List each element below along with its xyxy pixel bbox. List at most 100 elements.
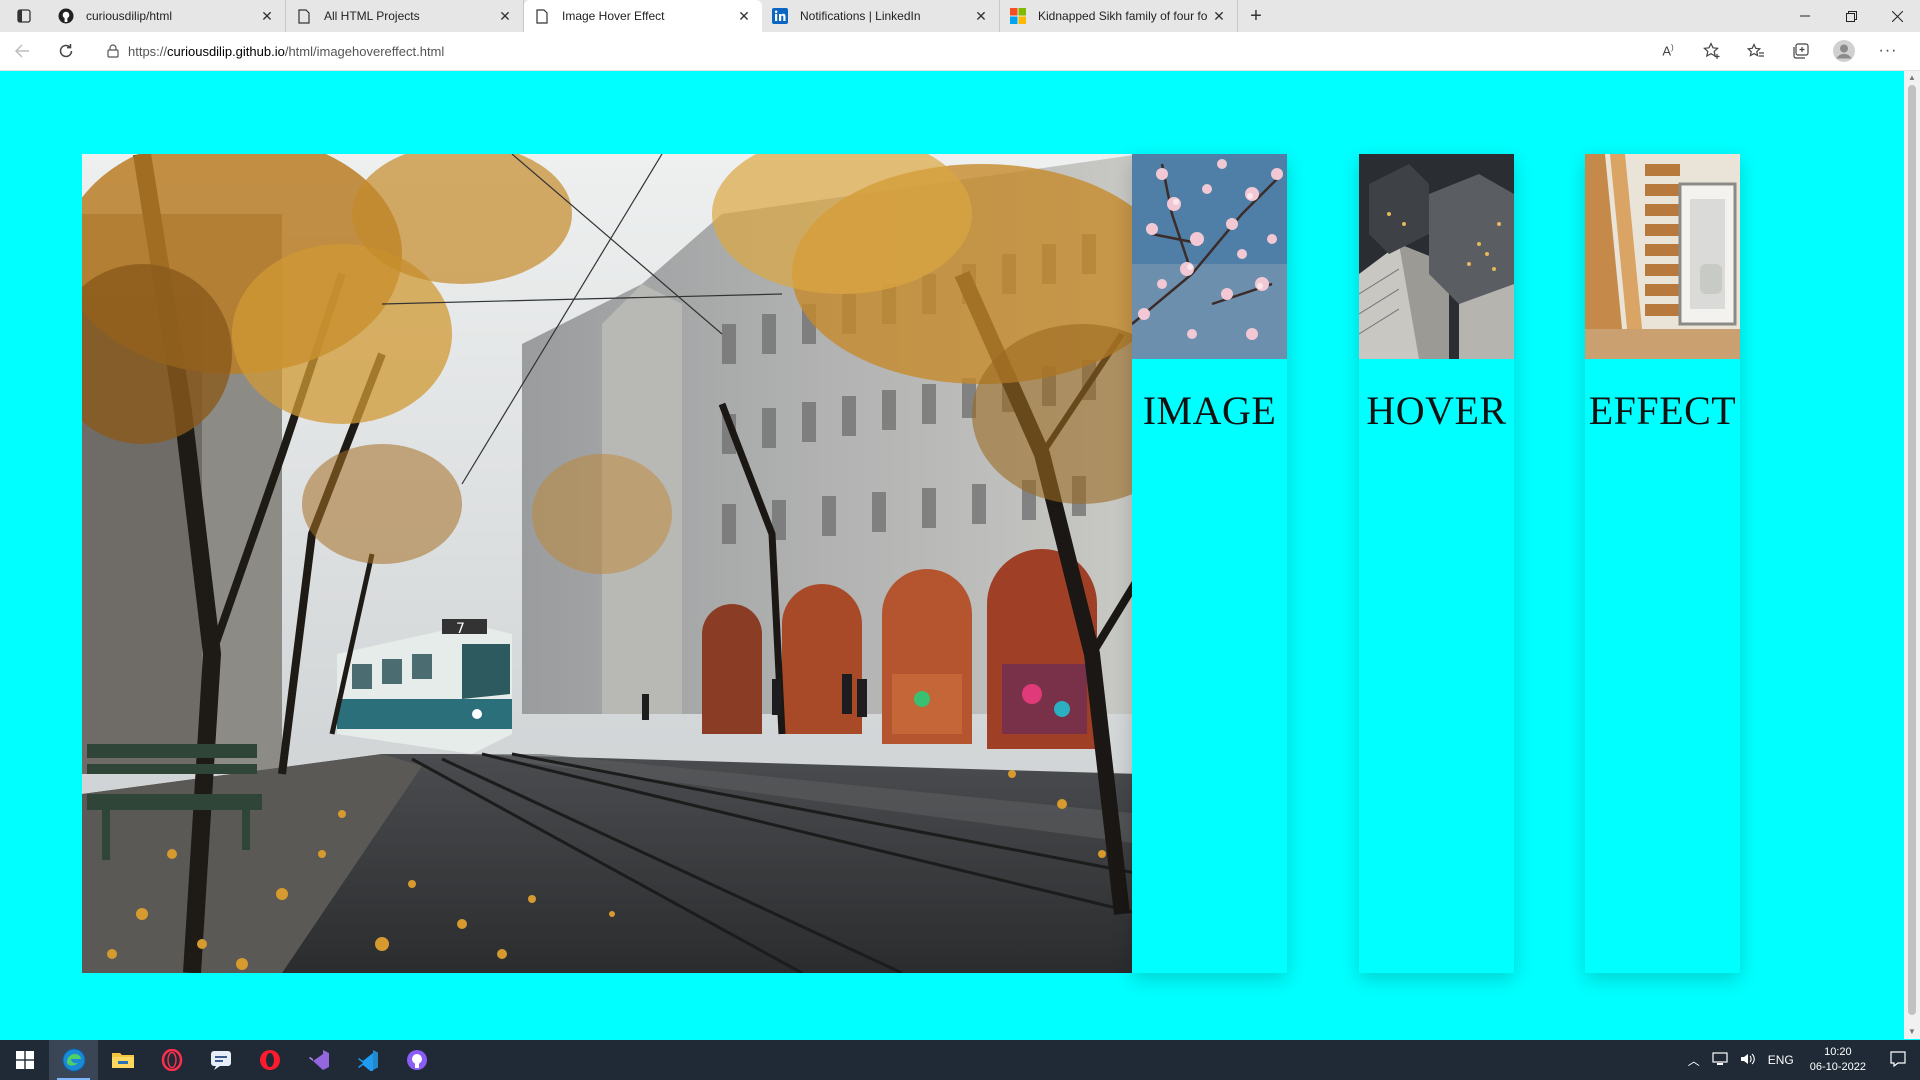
city-aerial-image — [1359, 154, 1514, 359]
collections-icon — [1792, 43, 1809, 59]
close-icon[interactable]: ✕ — [1211, 8, 1227, 25]
url-domain: curiousdilip.github.io — [167, 43, 285, 59]
card-label: HOVER — [1366, 388, 1507, 433]
opera-icon — [259, 1050, 280, 1070]
more-menu-button[interactable]: ··· — [1866, 32, 1910, 70]
hero-image-street-tram[interactable]: 7 — [82, 154, 1141, 973]
github-icon — [58, 8, 74, 24]
arrow-left-icon — [14, 44, 29, 58]
minimize-button[interactable] — [1782, 0, 1828, 32]
close-icon[interactable]: ✕ — [259, 8, 275, 25]
street-tram-image: 7 — [82, 154, 1141, 973]
star-plus-icon — [1703, 42, 1720, 59]
system-tray: ︿ ENG 10:20 06-10-2022 — [1682, 1040, 1920, 1080]
clock-date: 06-10-2022 — [1809, 1061, 1866, 1073]
page-viewport: 7 IMAGE HOVER EFFECT — [0, 71, 1904, 1039]
page-scrollbar[interactable]: ▲ ▼ — [1904, 71, 1920, 1039]
lock-icon — [98, 44, 128, 58]
chat-icon — [210, 1051, 231, 1070]
read-aloud-icon: A) — [1662, 43, 1674, 59]
taskbar-github-desktop[interactable] — [392, 1040, 441, 1080]
tab-title: Notifications | LinkedIn — [800, 9, 921, 23]
windows-taskbar: ︿ ENG 10:20 06-10-2022 — [0, 1040, 1920, 1080]
scroll-up-icon[interactable]: ▲ — [1904, 71, 1920, 85]
tab-news[interactable]: Kidnapped Sikh family of four fo ✕ — [1000, 0, 1238, 32]
tab-title: All HTML Projects — [324, 9, 420, 23]
taskbar-chat[interactable] — [196, 1040, 245, 1080]
tab-strip: curiousdilip/html ✕ All HTML Projects ✕ … — [0, 0, 1920, 32]
refresh-button[interactable] — [44, 32, 88, 70]
address-bar[interactable]: https://curiousdilip.github.io/html/imag… — [98, 36, 1598, 66]
tram-number: 7 — [456, 621, 465, 637]
volume-icon[interactable] — [1734, 1052, 1762, 1069]
card-hover[interactable]: HOVER — [1359, 154, 1514, 973]
tab-all-projects[interactable]: All HTML Projects ✕ — [286, 0, 524, 32]
refresh-icon — [59, 44, 73, 58]
tab-actions-icon — [17, 9, 31, 23]
notification-center-button[interactable] — [1876, 1050, 1920, 1070]
url-prefix: https:// — [128, 43, 168, 59]
cherry-blossom-image — [1132, 154, 1287, 359]
new-tab-button[interactable]: + — [1238, 0, 1274, 32]
windows-start-icon — [15, 1051, 34, 1069]
opera-gx-icon — [161, 1049, 182, 1071]
notification-icon — [1890, 1050, 1906, 1067]
avatar-icon — [1833, 40, 1855, 62]
minimize-icon — [1800, 15, 1810, 17]
tab-title: Image Hover Effect — [562, 9, 665, 23]
taskbar-opera[interactable] — [245, 1040, 294, 1080]
wooden-stairs-image — [1585, 154, 1740, 359]
clock[interactable]: 10:20 06-10-2022 — [1800, 1045, 1876, 1075]
restore-icon — [1845, 10, 1857, 22]
browser-toolbar: https://curiousdilip.github.io/html/imag… — [0, 32, 1920, 71]
microsoft-icon — [1010, 8, 1026, 24]
card-effect[interactable]: EFFECT — [1585, 154, 1740, 973]
taskbar-vs-code[interactable] — [343, 1040, 392, 1080]
tab-linkedin[interactable]: Notifications | LinkedIn ✕ — [762, 0, 1000, 32]
add-favorite-button[interactable] — [1690, 32, 1734, 70]
tab-title: Kidnapped Sikh family of four fo — [1038, 9, 1208, 23]
taskbar-visual-studio[interactable] — [294, 1040, 343, 1080]
collections-button[interactable] — [1778, 32, 1822, 70]
github-desktop-icon — [406, 1050, 427, 1070]
language-indicator[interactable]: ENG — [1762, 1053, 1800, 1067]
taskbar-file-explorer[interactable] — [98, 1040, 147, 1080]
tab-github[interactable]: curiousdilip/html ✕ — [48, 0, 286, 32]
close-window-button[interactable] — [1874, 0, 1920, 32]
scroll-thumb[interactable] — [1908, 85, 1916, 1015]
close-icon[interactable]: ✕ — [973, 8, 989, 25]
card-label: IMAGE — [1142, 388, 1277, 433]
vs-code-icon — [357, 1050, 378, 1071]
close-icon[interactable]: ✕ — [736, 8, 752, 25]
url-path: /html/imagehovereffect.html — [284, 43, 445, 59]
tab-title: curiousdilip/html — [86, 9, 173, 23]
visual-studio-icon — [308, 1050, 329, 1070]
back-button[interactable] — [0, 32, 44, 70]
taskbar-edge[interactable] — [49, 1040, 98, 1080]
tab-image-hover-effect[interactable]: Image Hover Effect ✕ — [524, 0, 762, 32]
tab-actions-button[interactable] — [0, 0, 48, 32]
restore-button[interactable] — [1828, 0, 1874, 32]
favorites-button[interactable] — [1734, 32, 1778, 70]
card-label: EFFECT — [1588, 388, 1737, 433]
page-icon — [296, 8, 312, 24]
show-hidden-icons-chevron-up-icon[interactable]: ︿ — [1682, 1052, 1706, 1069]
read-aloud-button[interactable]: A) — [1646, 32, 1690, 70]
window-controls — [1782, 0, 1920, 32]
card-image[interactable]: IMAGE — [1132, 154, 1287, 973]
start-button[interactable] — [0, 1040, 49, 1080]
taskbar-opera-gx[interactable] — [147, 1040, 196, 1080]
network-icon[interactable] — [1706, 1051, 1734, 1069]
edge-icon — [62, 1048, 85, 1072]
page-icon — [534, 8, 550, 24]
folder-icon — [111, 1053, 134, 1068]
close-icon — [1891, 10, 1903, 22]
favorites-icon — [1747, 43, 1764, 57]
close-icon[interactable]: ✕ — [497, 8, 513, 25]
toolbar-actions: A) ··· — [1646, 32, 1910, 70]
clock-time: 10:20 — [1824, 1046, 1852, 1058]
linkedin-icon — [772, 8, 788, 24]
profile-button[interactable] — [1822, 32, 1866, 70]
scroll-down-icon[interactable]: ▼ — [1904, 1025, 1920, 1039]
ellipsis-icon: ··· — [1878, 42, 1898, 59]
